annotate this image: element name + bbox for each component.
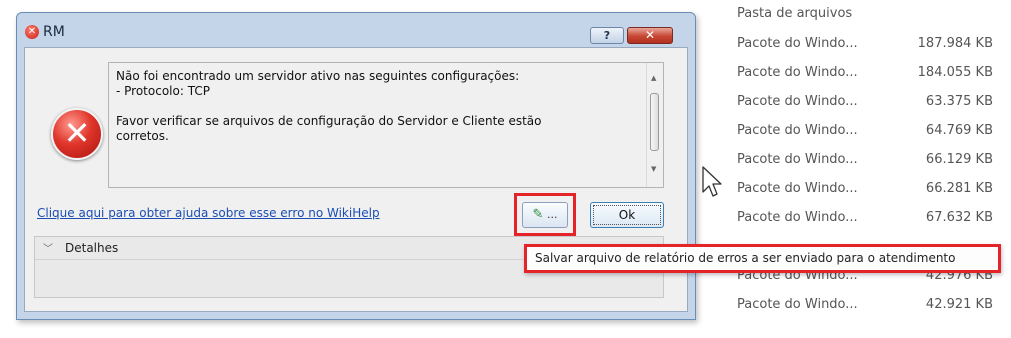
- file-size: 187.984 KB: [917, 36, 993, 51]
- error-icon: ✕: [25, 25, 39, 39]
- message-line: - Protocolo: TCP: [116, 84, 210, 98]
- wikihelp-link[interactable]: Clique aqui para obter ajuda sobre esse …: [37, 206, 380, 220]
- file-size: 64.769 KB: [925, 123, 993, 138]
- chevron-down-icon: ﹀: [43, 244, 53, 255]
- file-row[interactable]: Pacote do Windo... 66.281 KB: [737, 181, 993, 201]
- file-name: Pacote do Windo...: [737, 94, 858, 109]
- file-row[interactable]: Pacote do Windo... 67.632 KB: [737, 210, 993, 230]
- file-size: 63.375 KB: [925, 94, 993, 109]
- file-row[interactable]: Pacote do Windo... 64.769 KB: [737, 123, 993, 143]
- file-name: Pacote do Windo...: [737, 152, 858, 167]
- error-dialog: ✕ RM ? ✕ ✕ Não foi encontrado um servido…: [16, 12, 696, 320]
- message-line: corretos.: [116, 129, 169, 143]
- file-name: Pacote do Windo...: [737, 181, 858, 196]
- details-label: Detalhes: [65, 241, 119, 255]
- file-name: Pacote do Windo...: [737, 210, 858, 225]
- file-size: 42.921 KB: [925, 297, 993, 312]
- mouse-cursor-icon: [702, 166, 722, 197]
- file-size: 184.055 KB: [917, 65, 993, 80]
- file-list: Pasta de arquivos Pacote do Windo... 187…: [697, 0, 1011, 338]
- error-message: Não foi encontrado um servidor ativo nas…: [116, 69, 636, 144]
- file-size: 66.281 KB: [925, 181, 993, 196]
- scroll-down-arrow-icon[interactable]: ▼: [651, 162, 656, 177]
- file-size: 66.129 KB: [925, 152, 993, 167]
- highlight-annotation: [514, 193, 576, 236]
- close-button[interactable]: ✕: [627, 27, 673, 44]
- ok-button[interactable]: Ok: [590, 202, 664, 228]
- file-row[interactable]: Pacote do Windo... 184.055 KB: [737, 65, 993, 85]
- file-row[interactable]: Pacote do Windo... 63.375 KB: [737, 94, 993, 114]
- tooltip: Salvar arquivo de relatório de erros a s…: [524, 244, 1001, 273]
- file-name: Pacote do Windo...: [737, 123, 858, 138]
- scroll-up-arrow-icon[interactable]: ▲: [651, 71, 656, 86]
- window-title: RM: [43, 24, 65, 40]
- message-line: Favor verificar se arquivos de configura…: [116, 114, 542, 128]
- file-row[interactable]: Pacote do Windo... 187.984 KB: [737, 36, 993, 56]
- file-row[interactable]: Pacote do Windo... 42.921 KB: [737, 297, 993, 317]
- message-box[interactable]: Não foi encontrado um servidor ativo nas…: [108, 62, 664, 188]
- help-button[interactable]: ?: [590, 27, 624, 44]
- file-name: Pacote do Windo...: [737, 65, 858, 80]
- title-bar[interactable]: ✕ RM ? ✕: [17, 13, 695, 47]
- error-icon: ✕: [51, 108, 103, 160]
- file-size: 67.632 KB: [925, 210, 993, 225]
- file-name: Pacote do Windo...: [737, 36, 858, 51]
- file-name: Pacote do Windo...: [737, 297, 858, 312]
- file-row[interactable]: Pacote do Windo... 66.129 KB: [737, 152, 993, 172]
- message-line: [116, 99, 636, 114]
- scroll-thumb[interactable]: [650, 93, 659, 151]
- message-scrollbar[interactable]: ▲ ▼: [646, 63, 663, 187]
- file-list-header: Pasta de arquivos: [737, 6, 853, 21]
- message-line: Não foi encontrado um servidor ativo nas…: [116, 69, 520, 83]
